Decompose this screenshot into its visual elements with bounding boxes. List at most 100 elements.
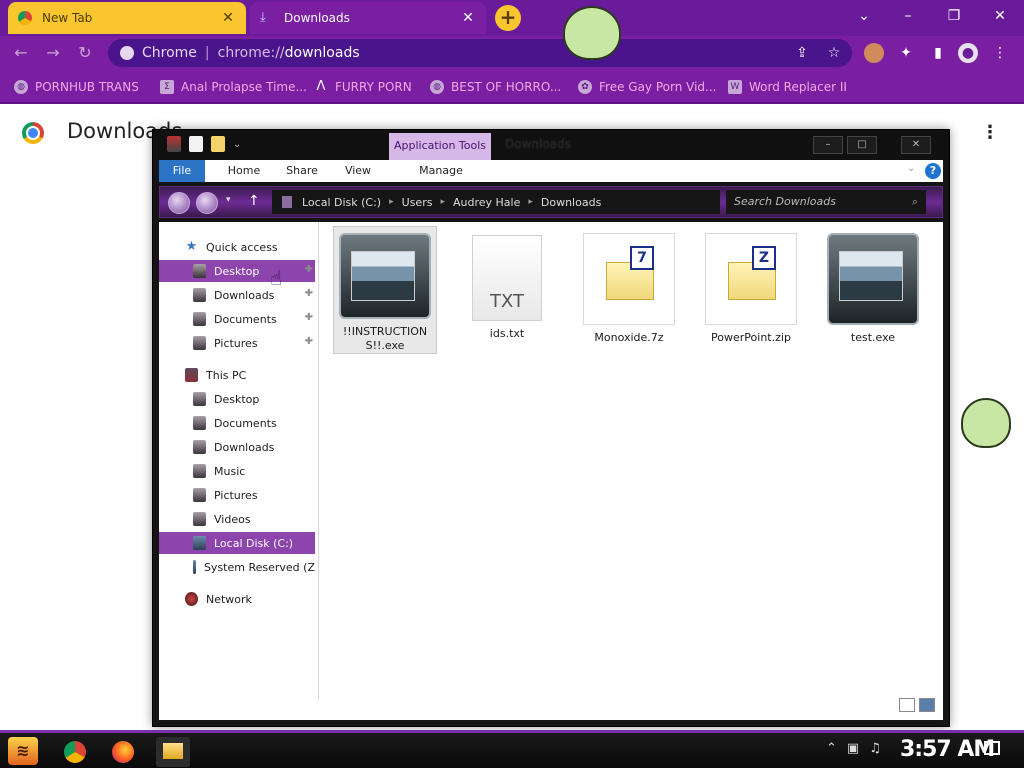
address-bar[interactable]: Chrome | chrome://downloads — [108, 39, 852, 67]
properties-icon[interactable] — [189, 136, 203, 152]
tab-share[interactable]: Share — [279, 160, 325, 182]
nav-item-system-reserved[interactable]: System Reserved (Z — [159, 556, 315, 578]
tab-manage[interactable]: Manage — [409, 160, 473, 182]
close-icon[interactable]: ✕ — [220, 10, 236, 26]
nav-label: Desktop — [214, 264, 260, 278]
bookmark-item[interactable]: ◍ PORNHUB TRANS — [14, 78, 139, 96]
side-panel-icon[interactable]: ▮ — [928, 43, 948, 63]
nav-item-pictures[interactable]: Pictures — [159, 484, 315, 506]
file-item[interactable]: Z PowerPoint.zip — [699, 226, 803, 354]
nav-this-pc[interactable]: This PC — [159, 364, 315, 386]
share-icon[interactable]: ⇪ — [792, 43, 812, 63]
file-explorer-icon[interactable] — [156, 737, 190, 767]
nav-item-downloads[interactable]: Downloads — [159, 436, 315, 458]
pin-icon[interactable]: ✚ — [305, 336, 313, 347]
nav-quick-access[interactable]: ★ Quick access — [159, 236, 315, 258]
chevron-down-icon[interactable]: ⌄ — [233, 139, 241, 150]
start-icon[interactable]: ≋ — [8, 737, 38, 765]
extension-avatar-icon[interactable] — [864, 43, 884, 63]
bookmark-item[interactable]: Λ FURRY PORN — [314, 78, 412, 96]
pin-icon[interactable]: ✚ — [305, 288, 313, 299]
nav-item-desktop[interactable]: Desktop — [159, 388, 315, 410]
tab-search-icon[interactable]: ⌄ — [852, 6, 876, 26]
tab-home[interactable]: Home — [221, 160, 267, 182]
nav-label: Documents — [214, 312, 277, 326]
explorer-maximize-button[interactable]: □ — [847, 136, 877, 154]
forward-button[interactable]: → — [42, 42, 64, 64]
nav-network[interactable]: Network — [159, 588, 315, 610]
firefox-icon[interactable] — [106, 737, 140, 767]
pin-icon[interactable]: ✚ — [305, 312, 313, 323]
nav-item-downloads[interactable]: Downloads ✚ — [159, 284, 315, 306]
new-tab-button[interactable]: + — [495, 5, 521, 31]
quick-access-toolbar: ⌄ — [167, 136, 241, 152]
up-arrow-icon[interactable]: ↑ — [248, 193, 260, 209]
bookmark-item[interactable]: ◍ BEST OF HORRO... — [430, 78, 561, 96]
search-input[interactable]: Search Downloads ⌕ — [726, 190, 926, 214]
minimize-button[interactable]: – — [896, 6, 920, 26]
folder-icon — [163, 743, 183, 759]
tab-view[interactable]: View — [335, 160, 381, 182]
pictures-folder-icon — [193, 488, 206, 502]
back-button[interactable] — [168, 192, 190, 214]
nav-label: Documents — [214, 416, 277, 430]
file-item[interactable]: 7 Monoxide.7z — [577, 226, 681, 354]
file-name: ids.txt — [489, 327, 525, 340]
new-folder-icon[interactable] — [211, 136, 225, 152]
restore-button[interactable]: ❐ — [942, 6, 966, 26]
tab-strip: New Tab ✕ ⤓ Downloads ✕ + ⌄ – ❐ ✕ — [0, 0, 1024, 36]
breadcrumb-item[interactable]: Users — [402, 196, 433, 209]
details-view-icon[interactable] — [899, 698, 915, 712]
help-icon[interactable]: ? — [925, 163, 941, 179]
nav-item-music[interactable]: Music — [159, 460, 315, 482]
nav-item-local-disk[interactable]: Local Disk (C:) — [159, 532, 315, 554]
breadcrumb-item[interactable]: Local Disk (C:) — [302, 196, 381, 209]
application-tools-tab[interactable]: Application Tools — [389, 133, 491, 160]
documents-folder-icon — [193, 312, 206, 326]
chevron-up-icon[interactable]: ⌃ — [826, 741, 837, 756]
breadcrumb[interactable]: Local Disk (C:) ▸ Users ▸ Audrey Hale ▸ … — [272, 190, 720, 214]
status-bar — [159, 698, 943, 726]
bookmark-item[interactable]: W Word Replacer II — [728, 78, 847, 96]
menu-icon[interactable]: ⋮ — [990, 43, 1010, 63]
firefox-logo-icon — [112, 741, 134, 763]
puzzle-icon[interactable]: ✦ — [896, 43, 916, 63]
notification-icon[interactable] — [984, 741, 1000, 755]
explorer-minimize-button[interactable]: – — [813, 136, 843, 154]
bookmark-item[interactable]: Σ Anal Prolapse Time... — [160, 78, 307, 96]
volume-icon[interactable]: ♫ — [869, 741, 881, 756]
forward-button[interactable] — [196, 192, 218, 214]
profile-icon[interactable]: ● — [958, 43, 978, 63]
network-icon[interactable]: ▣ — [847, 741, 859, 756]
back-button[interactable]: ← — [10, 42, 32, 64]
large-icons-view-icon[interactable] — [919, 698, 935, 712]
file-item[interactable]: test.exe — [821, 226, 925, 354]
file-item[interactable]: TXT ids.txt — [455, 226, 559, 354]
breadcrumb-item[interactable]: Downloads — [541, 196, 601, 209]
pin-icon[interactable]: ✚ — [305, 264, 313, 275]
bookmark-item[interactable]: ✿ Free Gay Porn Vid... — [578, 78, 716, 96]
file-item[interactable]: !!INSTRUCTIONS!!.exe — [333, 226, 437, 354]
nav-item-pictures[interactable]: Pictures ✚ — [159, 332, 315, 354]
more-options-icon[interactable]: ⋮ — [980, 122, 1000, 146]
nav-item-desktop[interactable]: Desktop ✚ — [159, 260, 315, 282]
close-icon[interactable]: ✕ — [460, 10, 476, 26]
nav-item-videos[interactable]: Videos — [159, 508, 315, 530]
chrome-logo-icon — [64, 741, 86, 763]
tab-new-tab[interactable]: New Tab ✕ — [8, 2, 246, 34]
address-scheme: chrome:// — [217, 45, 285, 61]
clock[interactable]: 3:57 AM — [900, 737, 995, 762]
nav-item-documents[interactable]: Documents — [159, 412, 315, 434]
window-close-button[interactable]: ✕ — [988, 6, 1012, 26]
reload-button[interactable]: ↻ — [74, 42, 96, 64]
tab-file[interactable]: File — [159, 160, 205, 182]
star-icon[interactable]: ☆ — [824, 43, 844, 63]
breadcrumb-item[interactable]: Audrey Hale — [453, 196, 520, 209]
chrome-icon[interactable] — [58, 737, 92, 767]
chevron-down-icon[interactable]: ⌄ — [907, 163, 915, 174]
documents-folder-icon — [193, 416, 206, 430]
nav-item-documents[interactable]: Documents ✚ — [159, 308, 315, 330]
explorer-close-button[interactable]: ✕ — [901, 136, 931, 154]
recent-locations-icon[interactable]: ▾ — [226, 195, 231, 205]
tab-downloads[interactable]: ⤓ Downloads ✕ — [250, 2, 486, 34]
